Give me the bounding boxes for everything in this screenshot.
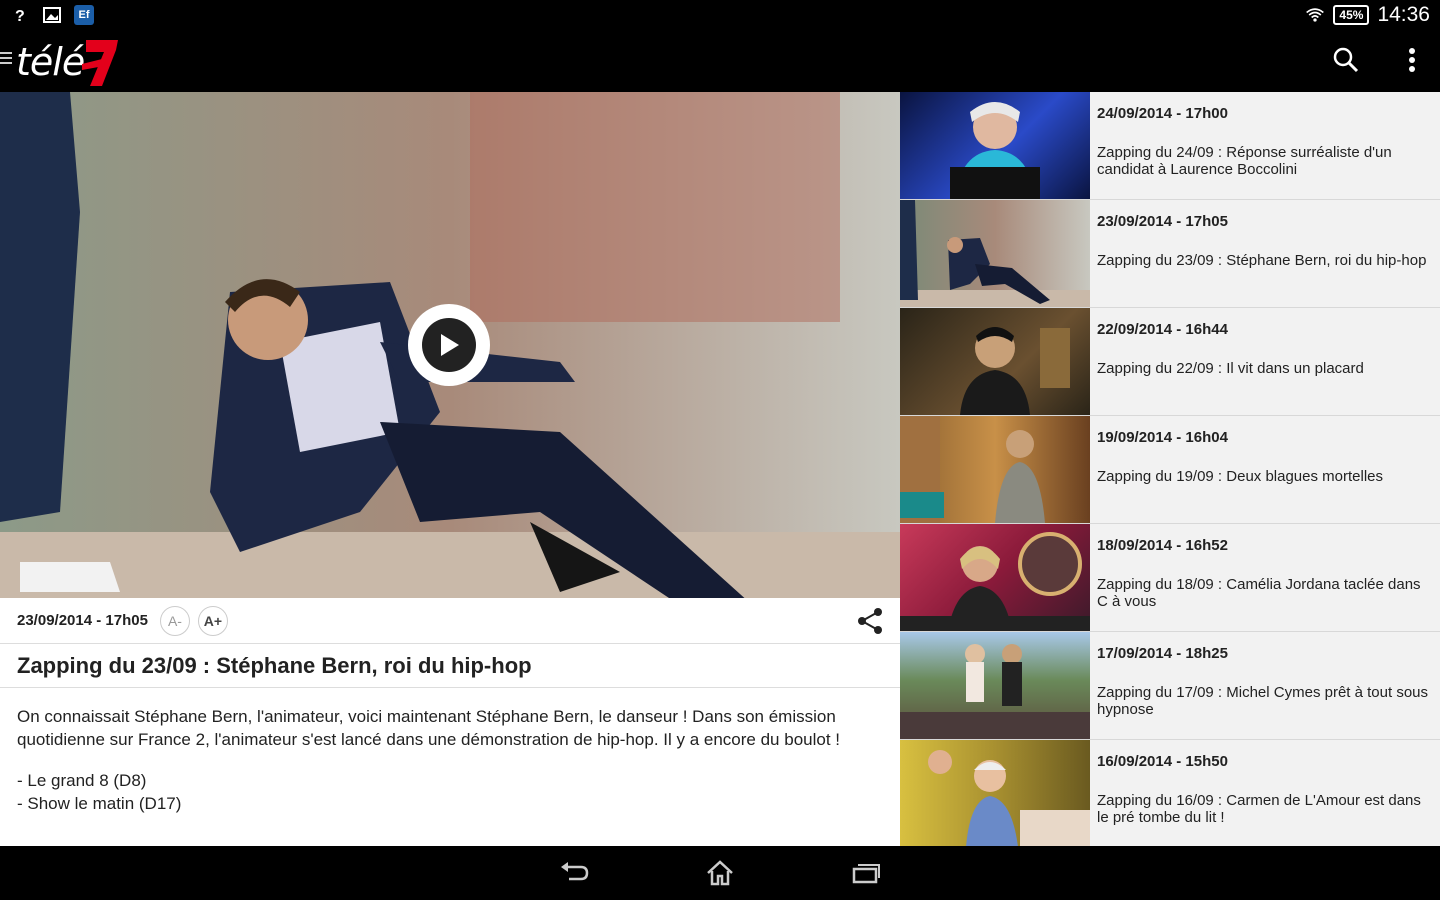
item-title: Zapping du 17/09 : Michel Cymes prêt à t… xyxy=(1097,684,1429,718)
home-icon[interactable] xyxy=(702,855,738,891)
wifi-icon xyxy=(1305,5,1325,25)
thumbnail xyxy=(900,308,1090,415)
list-item[interactable]: 23/09/2014 - 17h05 Zapping du 23/09 : St… xyxy=(900,200,1440,308)
item-date: 22/09/2014 - 16h44 xyxy=(1097,321,1228,338)
thumbnail xyxy=(900,416,1090,523)
item-title: Zapping du 22/09 : Il vit dans un placar… xyxy=(1097,360,1364,377)
article-paragraph: On connaissait Stéphane Bern, l'animateu… xyxy=(17,707,840,749)
video-list: 24/09/2014 - 17h00 Zapping du 24/09 : Ré… xyxy=(900,92,1440,846)
list-item[interactable]: 22/09/2014 - 16h44 Zapping du 22/09 : Il… xyxy=(900,308,1440,416)
thumbnail xyxy=(900,200,1090,307)
recents-icon[interactable] xyxy=(848,855,884,891)
thumbnail xyxy=(900,740,1090,846)
thumbnail xyxy=(900,92,1090,199)
logo-seven-icon xyxy=(82,40,119,86)
tele7-logo[interactable]: télé xyxy=(16,36,120,88)
system-nav-bar xyxy=(0,846,1440,900)
item-date: 16/09/2014 - 15h50 xyxy=(1097,753,1228,770)
list-item[interactable]: 24/09/2014 - 17h00 Zapping du 24/09 : Ré… xyxy=(900,92,1440,200)
article-pane: 23/09/2014 - 17h05 A- A+ Zapping du 23/0… xyxy=(0,92,900,846)
item-date: 23/09/2014 - 17h05 xyxy=(1097,213,1228,230)
article-meta-row: 23/09/2014 - 17h05 A- A+ xyxy=(0,598,900,644)
play-icon xyxy=(441,334,459,356)
item-title: Zapping du 19/09 : Deux blagues mortelle… xyxy=(1097,468,1384,485)
play-button[interactable] xyxy=(408,304,490,386)
back-icon[interactable] xyxy=(556,855,592,891)
font-smaller-button[interactable]: A- xyxy=(159,605,190,636)
app-bar: télé xyxy=(0,30,1440,92)
list-item[interactable]: 16/09/2014 - 15h50 Zapping du 16/09 : Ca… xyxy=(900,740,1440,846)
battery-icon: 45% xyxy=(1333,5,1370,25)
item-title: Zapping du 18/09 : Camélia Jordana taclé… xyxy=(1097,576,1421,610)
list-item[interactable]: 19/09/2014 - 16h04 Zapping du 19/09 : De… xyxy=(900,416,1440,524)
article-list-item: - Show le matin (D17) xyxy=(17,793,182,813)
wifi-question-icon: ? xyxy=(10,5,30,25)
share-icon[interactable] xyxy=(854,605,886,637)
search-icon[interactable] xyxy=(1328,42,1364,78)
status-bar: ? Ef 45% 14:36 xyxy=(0,0,1440,30)
article-body: On connaissait Stéphane Bern, l'animateu… xyxy=(17,706,883,815)
app-ef-icon: Ef xyxy=(74,5,94,25)
list-item[interactable]: 18/09/2014 - 16h52 Zapping du 18/09 : Ca… xyxy=(900,524,1440,632)
item-date: 19/09/2014 - 16h04 xyxy=(1097,429,1228,446)
video-player[interactable] xyxy=(0,92,900,598)
article-title: Zapping du 23/09 : Stéphane Bern, roi du… xyxy=(0,644,900,688)
svg-text:?: ? xyxy=(15,8,25,24)
thumbnail xyxy=(900,632,1090,739)
image-icon xyxy=(42,5,62,25)
list-item[interactable]: 17/09/2014 - 18h25 Zapping du 17/09 : Mi… xyxy=(900,632,1440,740)
article-date: 23/09/2014 - 17h05 xyxy=(17,612,148,629)
font-larger-button[interactable]: A+ xyxy=(197,605,228,636)
item-date: 18/09/2014 - 16h52 xyxy=(1097,537,1228,554)
item-date: 24/09/2014 - 17h00 xyxy=(1097,105,1228,122)
clock: 14:36 xyxy=(1377,3,1430,26)
item-date: 17/09/2014 - 18h25 xyxy=(1097,645,1228,662)
drawer-toggle-icon[interactable] xyxy=(0,52,12,66)
item-title: Zapping du 23/09 : Stéphane Bern, roi du… xyxy=(1097,252,1427,269)
article-list-item: - Le grand 8 (D8) xyxy=(17,771,147,790)
thumbnail xyxy=(900,524,1090,631)
overflow-menu-icon[interactable] xyxy=(1394,42,1430,78)
item-title: Zapping du 24/09 : Réponse surréaliste d… xyxy=(1097,144,1392,178)
item-title: Zapping du 16/09 : Carmen de L'Amour est… xyxy=(1097,792,1421,826)
